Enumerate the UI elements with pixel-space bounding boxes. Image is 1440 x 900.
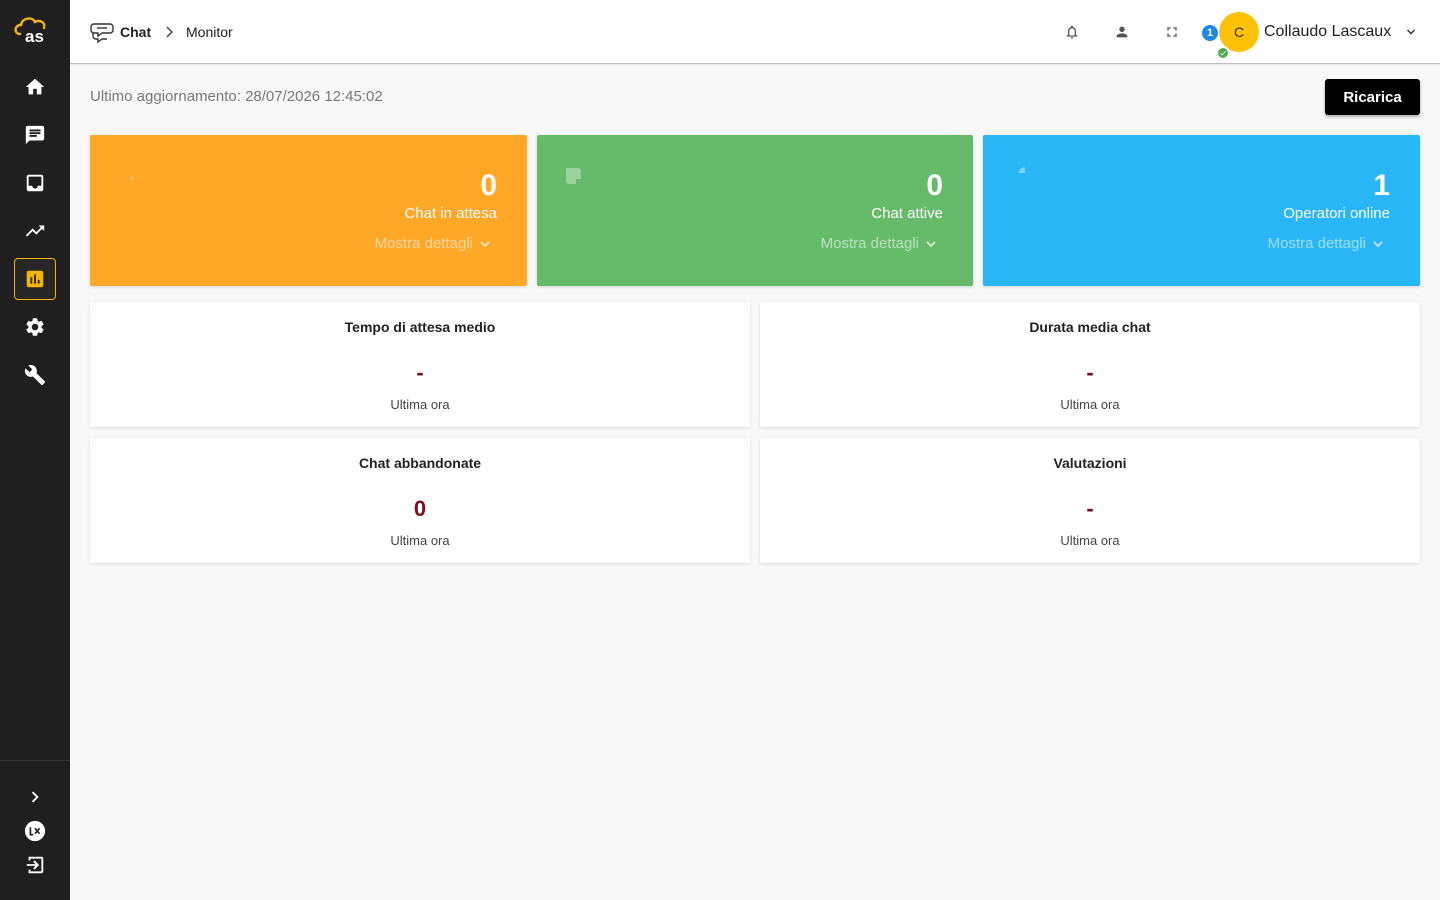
- metric-title: Valutazioni: [1053, 455, 1127, 471]
- last-update-text: Ultimo aggiornamento: 28/07/2026 12:45:0…: [90, 88, 383, 105]
- app-logo-icon[interactable]: as: [12, 14, 56, 44]
- lx-logo-button[interactable]: [19, 816, 51, 846]
- svg-text:as: as: [25, 27, 44, 44]
- chevron-right-icon: [166, 26, 174, 38]
- trending-icon: [25, 225, 45, 237]
- operators-icon: [1019, 167, 1025, 173]
- waiting-chat-icon: [130, 176, 133, 179]
- metric-period: Ultima ora: [390, 397, 450, 412]
- metric-card-abandoned: Chat abbandonate 0 Ultima ora: [90, 438, 750, 563]
- metric-value: -: [416, 360, 424, 385]
- metric-card-avg-duration: Durata media chat - Ultima ora: [760, 302, 1420, 427]
- show-details-link[interactable]: Mostra dettagli: [1268, 235, 1384, 252]
- metric-value: 0: [413, 496, 427, 521]
- sidebar-item-inbox[interactable]: [14, 162, 56, 204]
- fullscreen-button[interactable]: [1162, 22, 1182, 42]
- sidebar-item-chat[interactable]: [14, 114, 56, 156]
- online-status-icon: [1216, 46, 1230, 60]
- show-details-label: Mostra dettagli: [374, 235, 473, 252]
- show-details-label: Mostra dettagli: [1267, 235, 1366, 252]
- show-details-label: Mostra dettagli: [820, 235, 919, 252]
- show-details-link[interactable]: Mostra dettagli: [821, 235, 937, 252]
- logout-icon: [26, 856, 44, 874]
- bar-chart-icon: [26, 270, 44, 288]
- wrench-icon: [24, 365, 46, 386]
- metric-period: Ultima ora: [390, 533, 450, 548]
- metric-card-ratings: Valutazioni - Ultima ora: [760, 438, 1420, 563]
- metric-title: Chat abbandonate: [358, 455, 482, 471]
- breadcrumb-chat[interactable]: Chat: [120, 0, 151, 64]
- stat-label: Operatori online: [1283, 205, 1390, 222]
- active-chat-icon: [566, 168, 581, 184]
- operators-count-badge: 1: [1200, 23, 1220, 43]
- person-icon: [1116, 26, 1128, 38]
- bell-icon: [1066, 25, 1078, 39]
- sidebar-item-trends[interactable]: [14, 210, 56, 252]
- sidebar: as: [0, 0, 70, 900]
- metric-value: -: [1086, 360, 1094, 385]
- stat-card-active: 0 Chat attive Mostra dettagli: [537, 135, 973, 286]
- inbox-icon: [26, 174, 44, 192]
- chevron-down-icon: [1373, 240, 1383, 247]
- chevron-right-icon: [31, 791, 39, 803]
- show-details-link[interactable]: Mostra dettagli: [375, 235, 491, 252]
- logout-button[interactable]: [19, 850, 51, 880]
- metric-title: Tempo di attesa medio: [344, 319, 496, 335]
- sidebar-item-tools[interactable]: [14, 354, 56, 396]
- operators-button[interactable]: [1112, 22, 1132, 42]
- fullscreen-icon: [1167, 27, 1177, 37]
- stat-label: Chat in attesa: [404, 205, 497, 222]
- sidebar-item-settings[interactable]: [14, 306, 56, 348]
- lx-logo-icon: [24, 820, 46, 842]
- sidebar-item-monitor[interactable]: [14, 258, 56, 300]
- chevron-down-icon[interactable]: [1406, 27, 1416, 37]
- chat-bubbles-icon: [90, 23, 114, 44]
- sidebar-item-home[interactable]: [14, 66, 56, 108]
- metric-period: Ultima ora: [1060, 533, 1120, 548]
- reload-button[interactable]: Ricarica: [1325, 79, 1420, 115]
- metric-title: Durata media chat: [1029, 319, 1151, 335]
- stat-value: 0: [926, 169, 943, 202]
- stat-value: 1: [1373, 169, 1390, 202]
- stat-value: 0: [480, 169, 497, 202]
- breadcrumb-monitor: Monitor: [186, 24, 233, 40]
- chevron-down-icon: [926, 240, 936, 247]
- top-header: Chat Monitor 1 C Collaudo Lascaux: [70, 0, 1440, 64]
- stat-card-operators: 1 Operatori online Mostra dettagli: [983, 135, 1420, 286]
- metric-card-avg-wait: Tempo di attesa medio - Ultima ora: [90, 302, 750, 427]
- metric-value: -: [1086, 496, 1094, 521]
- metric-period: Ultima ora: [1060, 397, 1120, 412]
- notifications-button[interactable]: [1062, 22, 1082, 42]
- chevron-down-icon: [480, 240, 490, 247]
- stat-card-waiting: 0 Chat in attesa Mostra dettagli: [90, 135, 527, 286]
- check-icon: [1220, 50, 1226, 56]
- sidebar-expand-button[interactable]: [19, 782, 51, 812]
- stat-label: Chat attive: [871, 205, 943, 222]
- chat-icon: [25, 125, 45, 145]
- user-name[interactable]: Collaudo Lascaux: [1264, 0, 1391, 64]
- gear-icon: [26, 318, 44, 336]
- sidebar-divider: [0, 760, 70, 761]
- home-icon: [25, 78, 45, 95]
